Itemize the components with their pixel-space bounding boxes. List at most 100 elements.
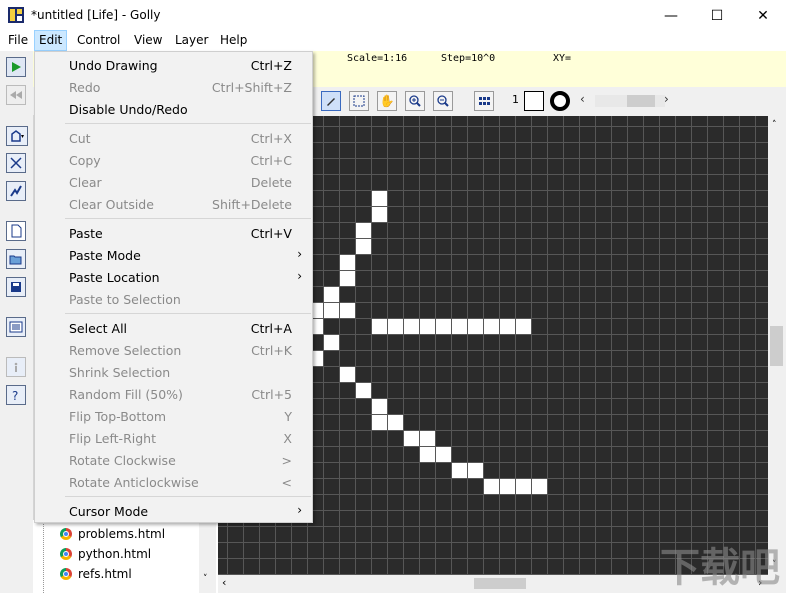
fit-icon xyxy=(10,157,22,169)
close-button[interactable]: ✕ xyxy=(740,0,786,31)
menu-item-label: Rotate Anticlockwise xyxy=(69,475,199,490)
fit-button[interactable] xyxy=(6,153,26,173)
zoom-out-button[interactable] xyxy=(433,91,453,111)
menu-item-undo-drawing[interactable]: Undo Drawing Ctrl+Z xyxy=(35,54,312,76)
menu-item-redo[interactable]: Redo Ctrl+Shift+Z xyxy=(35,76,312,98)
submenu-arrow-icon: › xyxy=(297,269,302,283)
state-scroll-left-arrow[interactable]: ‹ xyxy=(580,92,585,106)
reset-button[interactable] xyxy=(6,85,26,105)
submenu-arrow-icon: › xyxy=(297,247,302,261)
all-states-button[interactable] xyxy=(474,91,494,111)
menu-item-copy[interactable]: Copy Ctrl+C xyxy=(35,149,312,171)
live-cell xyxy=(404,319,419,334)
watermark-logo: 下载吧 xyxy=(660,545,780,591)
live-cell xyxy=(484,479,499,494)
menu-item-paste-to-selection[interactable]: Paste to Selection xyxy=(35,288,312,310)
menu-item-shortcut: Ctrl+Shift+Z xyxy=(211,80,292,95)
live-cell xyxy=(500,479,515,494)
state-color-swatch[interactable] xyxy=(524,91,544,111)
menu-item-flip-top-bottom[interactable]: Flip Top-Bottom Y xyxy=(35,405,312,427)
menu-item-label: Shrink Selection xyxy=(69,365,171,380)
menu-help[interactable]: Help xyxy=(216,31,251,50)
menu-item-disable-undo-redo[interactable]: Disable Undo/Redo xyxy=(35,98,312,120)
menu-item-cut[interactable]: Cut Ctrl+X xyxy=(35,127,312,149)
menu-item-rotate-clockwise[interactable]: Rotate Clockwise > xyxy=(35,449,312,471)
menu-item-remove-selection[interactable]: Remove Selection Ctrl+K xyxy=(35,339,312,361)
chrome-icon xyxy=(60,548,72,560)
open-pattern-button[interactable] xyxy=(6,249,26,269)
live-cell xyxy=(388,415,403,430)
chrome-icon xyxy=(60,528,72,540)
menu-control[interactable]: Control xyxy=(73,31,124,50)
select-mode-button[interactable] xyxy=(349,91,369,111)
algorithm-button[interactable] xyxy=(6,126,28,146)
menu-item-label: Clear Outside xyxy=(69,197,154,212)
menu-item-label: Clear xyxy=(69,175,102,190)
help-icon: ? xyxy=(12,389,18,401)
menu-item-clear[interactable]: Clear Delete xyxy=(35,171,312,193)
menu-item-flip-left-right[interactable]: Flip Left-Right X xyxy=(35,427,312,449)
menu-item-paste[interactable]: Paste Ctrl+V xyxy=(35,222,312,244)
menu-item-shrink-selection[interactable]: Shrink Selection xyxy=(35,361,312,383)
menu-edit[interactable]: Edit xyxy=(33,30,68,51)
drawing-state-label: 1 xyxy=(512,93,519,106)
state-scroll-right-arrow[interactable]: › xyxy=(664,92,669,106)
menu-item-select-all[interactable]: Select All Ctrl+A xyxy=(35,317,312,339)
tree-item[interactable]: refs.html xyxy=(60,567,132,581)
open-folder-icon xyxy=(9,255,22,265)
live-cell xyxy=(372,399,387,414)
menu-item-random-fill-50[interactable]: Random Fill (50%) Ctrl+5 xyxy=(35,383,312,405)
tree-item[interactable]: python.html xyxy=(60,547,151,561)
folder-list-icon xyxy=(9,321,23,333)
start-generating-button[interactable] xyxy=(6,57,26,77)
menu-item-label: Rotate Clockwise xyxy=(69,453,176,468)
info-graph-button[interactable] xyxy=(6,181,26,201)
state-scroll-thumb[interactable] xyxy=(627,95,655,107)
menu-item-shortcut: Delete xyxy=(250,175,292,190)
vertical-scroll-thumb[interactable] xyxy=(770,326,783,366)
xy-readout: XY= xyxy=(553,53,572,64)
vertical-scrollbar[interactable]: ˄ ˅ xyxy=(768,116,785,575)
menu-item-shortcut: Ctrl+V xyxy=(250,226,292,241)
live-cell xyxy=(372,415,387,430)
menu-file[interactable]: File xyxy=(4,31,32,50)
tree-scroll-down-arrow[interactable]: ˅ xyxy=(203,574,208,584)
menu-item-clear-outside[interactable]: Clear Outside Shift+Delete xyxy=(35,193,312,215)
menu-item-cursor-mode[interactable]: Cursor Mode › xyxy=(35,500,312,522)
live-cell xyxy=(340,367,355,382)
minimize-button[interactable]: — xyxy=(648,0,694,31)
menu-separator xyxy=(65,218,311,219)
state-scroll-track[interactable] xyxy=(595,95,665,107)
live-cell xyxy=(468,319,483,334)
menu-item-label: Disable Undo/Redo xyxy=(69,102,188,117)
menu-item-rotate-anticlockwise[interactable]: Rotate Anticlockwise < xyxy=(35,471,312,493)
menu-item-paste-location[interactable]: Paste Location › xyxy=(35,266,312,288)
info-button[interactable] xyxy=(6,357,26,377)
scroll-up-arrow[interactable]: ˄ xyxy=(772,120,777,130)
submenu-arrow-icon: › xyxy=(297,503,302,517)
menu-item-shortcut: Ctrl+Z xyxy=(250,58,292,73)
help-button[interactable]: ? xyxy=(6,385,26,405)
horizontal-scroll-thumb[interactable] xyxy=(474,578,526,589)
menu-item-paste-mode[interactable]: Paste Mode › xyxy=(35,244,312,266)
save-pattern-button[interactable] xyxy=(6,277,26,297)
step-readout: Step=10^0 xyxy=(441,53,496,64)
info-icon xyxy=(14,362,18,372)
new-pattern-button[interactable] xyxy=(6,221,26,241)
tree-scrollbar[interactable]: ˅ xyxy=(199,520,216,593)
menu-view[interactable]: View xyxy=(130,31,166,50)
tree-item[interactable]: problems.html xyxy=(60,527,165,541)
state-color-circle[interactable] xyxy=(550,91,570,111)
show-patterns-button[interactable] xyxy=(6,317,26,337)
menu-item-shortcut: Ctrl+A xyxy=(250,321,292,336)
live-cell xyxy=(468,463,483,478)
live-cell xyxy=(452,463,467,478)
select-rect-icon xyxy=(353,95,365,107)
maximize-button[interactable]: ☐ xyxy=(694,0,740,31)
chrome-icon xyxy=(60,568,72,580)
move-mode-button[interactable]: ✋ xyxy=(377,91,397,111)
menu-layer[interactable]: Layer xyxy=(171,31,212,50)
scroll-left-arrow[interactable]: ‹ xyxy=(222,576,226,589)
draw-mode-button[interactable] xyxy=(321,91,341,111)
zoom-in-button[interactable] xyxy=(405,91,425,111)
